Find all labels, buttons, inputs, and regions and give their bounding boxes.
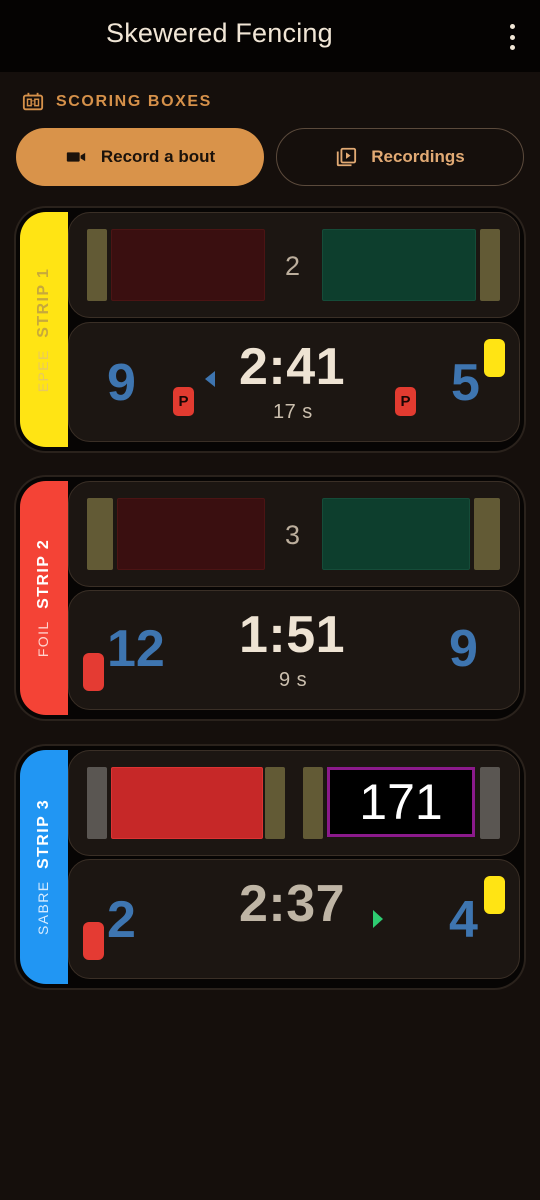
strip-tab-sabre: SABRE STRIP 3 [20,750,68,984]
weapon-label: SABRE [35,880,51,936]
right-grey-light [480,767,500,839]
scoring-lights: 171 [68,750,520,856]
left-off-target-light [87,498,113,570]
right-score: 9 [449,620,478,678]
videocam-icon [66,152,86,162]
light-counter: 171 [327,767,475,837]
scoreboard: 2 2:37 4 [68,859,520,979]
priority-right-indicator-icon [373,910,383,928]
right-penalty-badge: P [395,387,416,416]
scoreboard-icon [22,92,44,111]
priority-left-indicator-icon [205,371,215,387]
recordings-label: Recordings [371,147,465,166]
left-red-card [83,653,104,691]
section-header: SCORING BOXES [22,91,212,113]
scoreboard: 12 1:51 9 s 9 [68,590,520,710]
section-title: SCORING BOXES [56,93,212,110]
weapon-label: EPEE [35,348,51,392]
app-bar: Skewered Fencing [0,0,540,72]
strip-tab-epee: EPEE STRIP 1 [20,212,68,447]
video-library-icon [337,147,357,167]
bout-clock: 2:41 [239,338,346,396]
strip-card-1[interactable]: EPEE STRIP 1 2 9 P 2:41 17 s P 5 [16,208,524,451]
record-bout-button[interactable]: Record a bout [16,128,264,186]
left-grey-light [87,767,107,839]
seconds-label: 9 s [279,669,308,691]
strip-label: STRIP 3 [35,798,52,869]
bout-clock: 2:37 [239,875,346,933]
scoring-lights: 3 [68,481,520,587]
scoreboard: 9 P 2:41 17 s P 5 [68,322,520,442]
left-red-card [83,922,104,960]
right-touch-light [322,229,476,301]
right-yellow-card [484,339,505,377]
right-off-target-light [474,498,500,570]
left-score: 9 [107,354,136,412]
right-off-target-light [303,767,323,839]
seconds-label: 17 s [273,401,313,423]
left-touch-light [111,229,265,301]
right-score: 5 [451,354,480,412]
left-off-target-light [87,229,107,301]
scoring-lights: 2 [68,212,520,318]
bout-clock: 1:51 [239,606,346,664]
right-off-target-light [480,229,500,301]
overflow-menu-icon[interactable] [508,24,516,50]
left-touch-light [117,498,265,570]
left-touch-light [111,767,263,839]
recordings-button[interactable]: Recordings [276,128,524,186]
light-counter: 3 [285,520,301,550]
weapon-label: FOIL [35,620,51,658]
right-touch-light [322,498,470,570]
record-bout-label: Record a bout [100,147,216,166]
left-off-target-light [265,767,285,839]
strip-label: STRIP 1 [35,267,52,338]
strip-card-2[interactable]: FOIL STRIP 2 3 12 1:51 9 s 9 [16,477,524,719]
right-score: 4 [449,891,478,949]
app-title: Skewered Fencing [106,18,333,48]
left-score: 2 [107,891,136,949]
light-counter: 2 [285,251,301,281]
strip-card-3[interactable]: SABRE STRIP 3 171 2 2:37 4 [16,746,524,988]
strip-label: STRIP 2 [35,538,52,609]
right-yellow-card [484,876,505,914]
strip-tab-foil: FOIL STRIP 2 [20,481,68,715]
left-score: 12 [107,620,165,678]
left-penalty-badge: P [173,387,194,416]
